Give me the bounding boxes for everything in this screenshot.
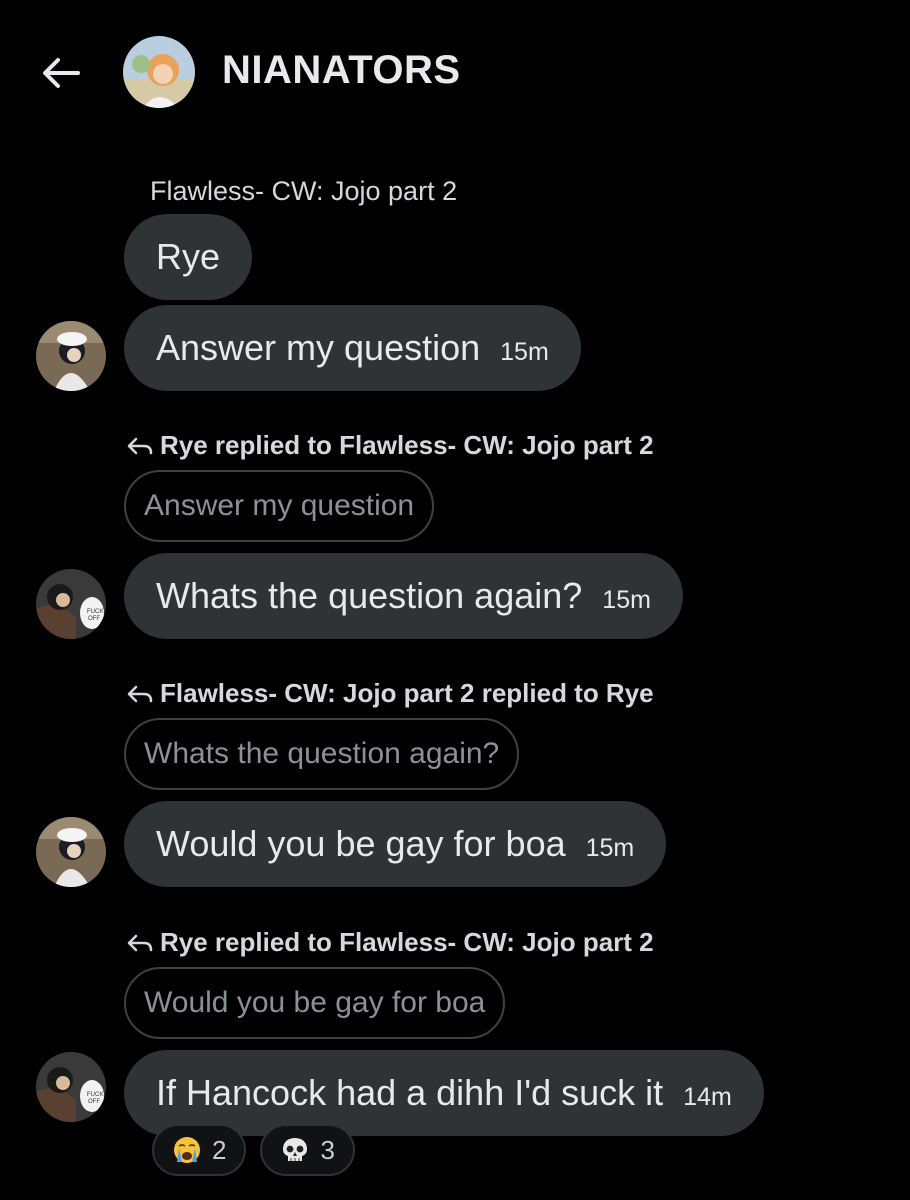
message-timestamp: 15m bbox=[500, 337, 549, 366]
reply-header: Rye replied to Flawless- CW: Jojo part 2 bbox=[126, 430, 654, 461]
message-timestamp: 14m bbox=[683, 1082, 732, 1111]
svg-text:FUCK: FUCK bbox=[87, 609, 103, 615]
reply-header: Rye replied to Flawless- CW: Jojo part 2 bbox=[126, 927, 654, 958]
crying-face-emoji-icon bbox=[174, 1137, 200, 1163]
reply-arrow-icon bbox=[127, 934, 153, 951]
group-avatar[interactable] bbox=[123, 36, 195, 108]
arrow-left-icon bbox=[43, 58, 80, 88]
back-button[interactable] bbox=[38, 50, 84, 96]
skull-emoji-icon bbox=[283, 1138, 308, 1161]
message-bubble[interactable]: Would you be gay for boa 15m bbox=[124, 801, 667, 887]
message-text: Rye bbox=[156, 236, 221, 277]
quoted-text: Answer my question bbox=[144, 489, 415, 522]
message-timestamp: 15m bbox=[585, 833, 635, 862]
chat-header: NIANATORS bbox=[0, 0, 910, 140]
message-text: Would you be gay for boa bbox=[156, 823, 566, 864]
quoted-message[interactable]: Answer my question bbox=[124, 470, 435, 542]
reaction-crying-face[interactable]: 2 bbox=[152, 1124, 247, 1176]
svg-text:FUCK: FUCK bbox=[87, 1092, 103, 1098]
reaction-skull[interactable]: 3 bbox=[260, 1124, 355, 1176]
message-text: Answer my question bbox=[156, 327, 481, 368]
sender-avatar[interactable] bbox=[36, 321, 106, 391]
sender-name: Flawless- CW: Jojo part 2 bbox=[150, 176, 458, 206]
reaction-bar: 2 3 bbox=[152, 1124, 355, 1176]
reply-header-text: Flawless- CW: Jojo part 2 replied to Rye bbox=[160, 678, 654, 708]
sender-avatar[interactable] bbox=[36, 817, 106, 887]
svg-text:OFF: OFF bbox=[88, 1099, 100, 1105]
reply-header-text: Rye replied to Flawless- CW: Jojo part 2 bbox=[160, 927, 654, 957]
quoted-text: Whats the question again? bbox=[144, 737, 500, 770]
reply-header: Flawless- CW: Jojo part 2 replied to Rye bbox=[126, 678, 654, 709]
group-title: NIANATORS bbox=[222, 48, 461, 92]
message-timestamp: 15m bbox=[602, 585, 651, 614]
sender-avatar[interactable]: FUCK OFF bbox=[36, 569, 106, 639]
sender-avatar[interactable]: FUCK OFF bbox=[36, 1052, 106, 1122]
svg-text:OFF: OFF bbox=[88, 616, 100, 622]
reply-header-text: Rye replied to Flawless- CW: Jojo part 2 bbox=[160, 430, 654, 460]
message-text: If Hancock had a dihh I'd suck it bbox=[156, 1072, 664, 1113]
reply-arrow-icon bbox=[127, 437, 153, 454]
message-bubble[interactable]: Whats the question again? 15m bbox=[124, 553, 683, 639]
message-bubble[interactable]: Answer my question 15m bbox=[124, 305, 581, 391]
reply-arrow-icon bbox=[127, 685, 153, 702]
message-text: Whats the question again? bbox=[156, 575, 583, 616]
reaction-count: 3 bbox=[320, 1134, 335, 1165]
reaction-count: 2 bbox=[212, 1134, 227, 1165]
message-bubble[interactable]: Rye bbox=[124, 214, 253, 300]
quoted-text: Would you be gay for boa bbox=[144, 986, 486, 1019]
quoted-message[interactable]: Whats the question again? bbox=[124, 718, 520, 790]
quoted-message[interactable]: Would you be gay for boa bbox=[124, 967, 506, 1039]
